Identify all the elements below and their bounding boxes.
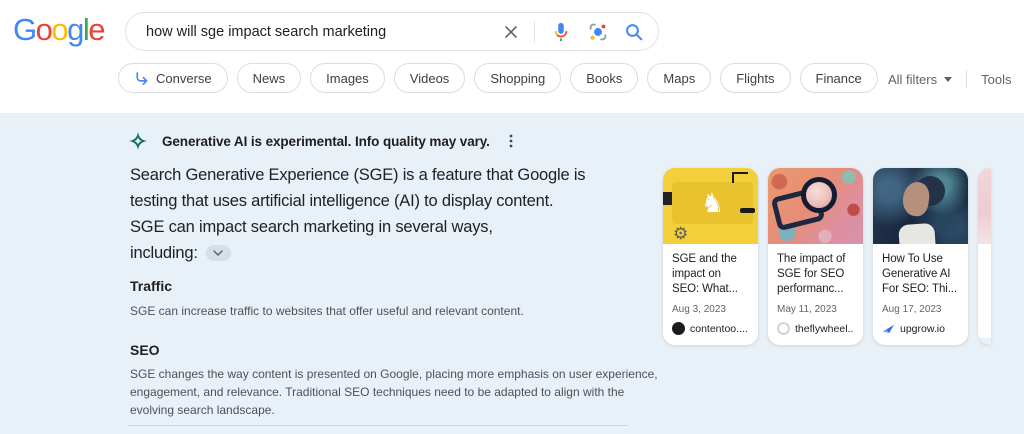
card-source: contentoo.... <box>690 322 748 335</box>
card-source: theflywheel... <box>795 322 854 335</box>
logo-letter: g <box>67 12 84 47</box>
tab-finance[interactable]: Finance <box>799 63 878 93</box>
answer-line: Search Generative Experience (SGE) is a … <box>130 166 586 184</box>
illustration-shape <box>740 208 755 213</box>
tab-label: Maps <box>663 70 696 86</box>
card-date: Aug 17, 2023 <box>882 304 942 315</box>
card-date: May 11, 2023 <box>777 304 837 315</box>
filters-divider <box>966 70 968 88</box>
kebab-menu-icon[interactable] <box>504 133 518 149</box>
card-title: How To Use Generative AI For SEO: Thi... <box>882 253 957 295</box>
google-logo[interactable]: Google <box>13 12 105 48</box>
illustration-shape <box>732 172 748 183</box>
card-thumbnail <box>978 168 991 244</box>
clear-icon[interactable] <box>503 24 519 40</box>
answer-line: including: <box>130 240 585 266</box>
all-filters-button[interactable]: All filters <box>888 71 953 87</box>
tab-images[interactable]: Images <box>310 63 385 93</box>
search-icon[interactable] <box>624 22 644 42</box>
gear-icon: ⚙ <box>673 224 689 243</box>
filters-bar: All filters Tools <box>888 70 1011 88</box>
answer-line-text: including: <box>130 244 198 262</box>
tab-flights[interactable]: Flights <box>720 63 791 93</box>
card-date: Aug 3, 2023 <box>672 304 726 315</box>
sge-disclaimer: Generative AI is experimental. Info qual… <box>128 131 518 151</box>
search-tabs: Converse News Images Videos Shopping Boo… <box>118 63 878 93</box>
favicon <box>777 322 790 335</box>
source-card[interactable]: How To Use Generative AI For SEO: Thi...… <box>873 168 968 345</box>
tab-shopping[interactable]: Shopping <box>474 63 562 93</box>
card-thumbnail: ♞ ⚙ <box>663 168 758 244</box>
section-heading-traffic: Traffic <box>130 278 173 294</box>
body-line: SGE can increase traffic to websites tha… <box>130 304 524 318</box>
card-thumbnail <box>873 168 968 244</box>
logo-letter: e <box>88 12 105 47</box>
sge-panel: Generative AI is experimental. Info qual… <box>0 113 1024 434</box>
illustration-shape <box>663 192 672 205</box>
card-title: SGE and the impact on SEO: What... <box>672 253 738 295</box>
logo-letter: o <box>51 12 68 47</box>
answer-line: SGE can impact search marketing in sever… <box>130 218 493 236</box>
tab-maps[interactable]: Maps <box>647 63 712 93</box>
google-search-page: Google how will sge impact search market… <box>0 0 1024 434</box>
body-line: evolving search landscape. <box>130 403 275 417</box>
searchbar-divider <box>534 20 535 43</box>
search-input[interactable] <box>146 23 503 40</box>
illustration-shape <box>900 180 932 218</box>
converse-arrow-icon <box>134 71 149 86</box>
disclaimer-text: Generative AI is experimental. Info qual… <box>162 133 490 149</box>
chess-knight-icon: ♞ <box>700 188 725 218</box>
tab-label: Books <box>586 70 623 86</box>
section-heading-seo: SEO <box>130 342 160 358</box>
favicon <box>672 322 685 335</box>
sge-spark-icon <box>128 131 148 151</box>
tab-videos[interactable]: Videos <box>393 63 466 93</box>
tab-label: Videos <box>409 70 450 86</box>
section-body-seo: SGE changes the way content is presented… <box>130 365 658 419</box>
tab-news[interactable]: News <box>236 63 302 93</box>
tab-converse[interactable]: Converse <box>118 63 228 93</box>
source-cards-carousel: ♞ ⚙ SGE and the impact on SEO: What... A… <box>663 168 991 345</box>
section-body-traffic: SGE can increase traffic to websites tha… <box>130 302 524 320</box>
google-lens-icon[interactable] <box>587 21 609 43</box>
search-header: Google how will sge impact search market… <box>0 0 1024 113</box>
answer-line: testing that uses artificial intelligenc… <box>130 192 554 210</box>
card-body-partial <box>978 244 991 338</box>
logo-letter: G <box>13 12 37 47</box>
sge-answer: Search Generative Experience (SGE) is a … <box>130 162 586 266</box>
illustration-shape <box>898 222 936 244</box>
card-source: upgrow.io <box>900 322 945 335</box>
favicon <box>882 322 895 335</box>
tab-label: Images <box>326 70 369 86</box>
source-card[interactable]: The impact of SGE for SEO performanc... … <box>768 168 863 345</box>
body-line: SGE changes the way content is presented… <box>130 367 658 381</box>
expand-answer-button[interactable] <box>205 245 231 261</box>
source-card[interactable]: ♞ ⚙ SGE and the impact on SEO: What... A… <box>663 168 758 345</box>
body-line: engagement, and relevance. Traditional S… <box>130 385 625 399</box>
magnifier-illustration <box>801 177 837 213</box>
tab-books[interactable]: Books <box>570 63 639 93</box>
tab-label: Flights <box>736 70 775 86</box>
section-divider <box>128 425 628 426</box>
source-card-partial[interactable] <box>978 168 991 345</box>
microphone-icon[interactable] <box>550 21 572 43</box>
tab-label: Converse <box>156 70 212 86</box>
logo-letter: o <box>35 12 53 47</box>
illustration-shape: ♞ <box>672 182 753 224</box>
search-bar[interactable] <box>125 12 659 51</box>
card-thumbnail <box>768 168 863 244</box>
tab-label: Shopping <box>490 70 546 86</box>
tab-label: News <box>252 70 286 86</box>
tab-label: Finance <box>815 70 862 86</box>
tools-button[interactable]: Tools <box>981 72 1011 87</box>
chevron-down-icon <box>944 76 953 82</box>
card-title: The impact of SGE for SEO performanc... <box>777 253 846 295</box>
all-filters-label: All filters <box>888 71 938 87</box>
